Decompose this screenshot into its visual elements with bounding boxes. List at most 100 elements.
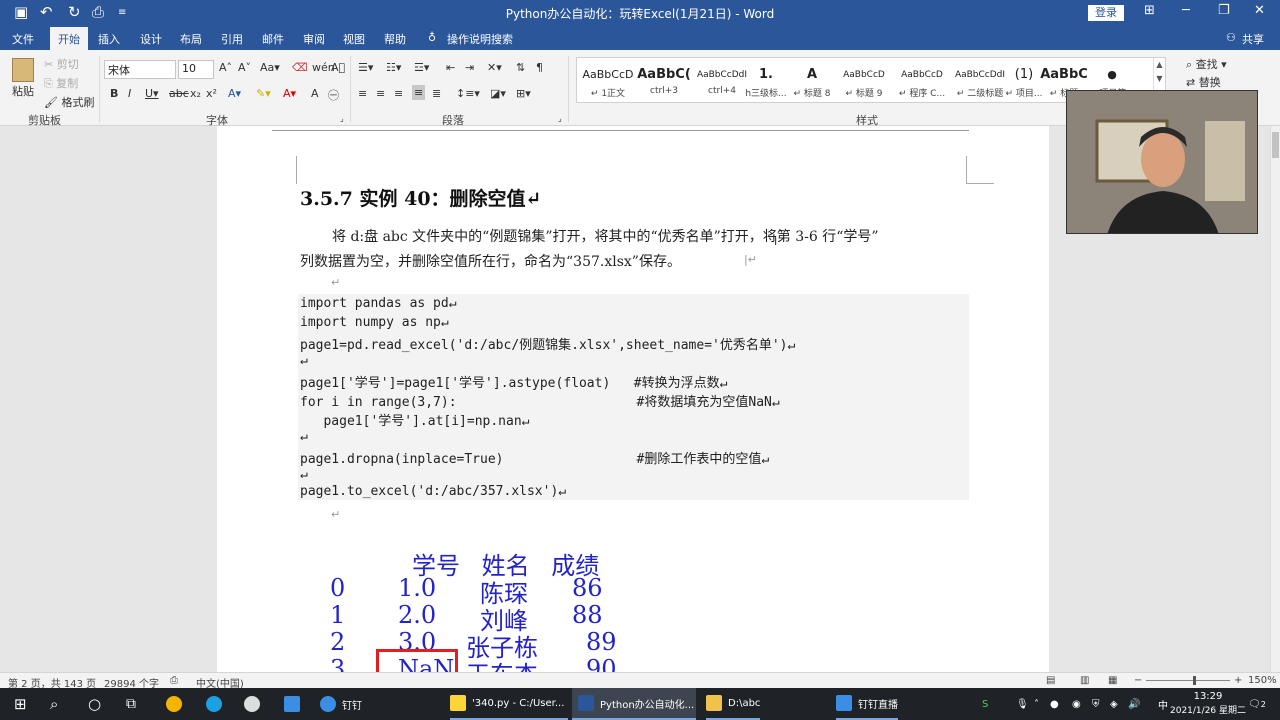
proofing-icon[interactable]: ⎙ — [170, 675, 178, 686]
tray-expand-icon[interactable]: ˄ — [1034, 688, 1039, 720]
taskbar-item-python-idle[interactable]: '340.py - C:/User... — [450, 688, 568, 720]
read-mode-icon[interactable]: ▤ — [1046, 675, 1055, 686]
style-item[interactable]: AaBbCcD ↵ 程序 C... — [893, 64, 951, 99]
font-color-icon[interactable]: A▾ — [283, 87, 296, 100]
tab-mailings[interactable]: 邮件 — [262, 31, 284, 47]
char-border-icon[interactable]: A⃞ — [331, 61, 345, 74]
text-effects-icon[interactable]: A▾ — [228, 87, 241, 100]
notification-icon[interactable]: 🗨 2 — [1248, 688, 1266, 720]
multilevel-list-icon[interactable]: ☲▾ — [414, 61, 429, 74]
bold-icon[interactable]: B — [110, 87, 118, 100]
grow-font-icon[interactable]: A˄ — [219, 61, 232, 74]
char-shading-icon[interactable]: A — [311, 87, 319, 100]
tab-help[interactable]: 帮助 — [384, 31, 406, 47]
enclose-char-icon[interactable]: ㊀ — [328, 87, 339, 103]
tab-review[interactable]: 审阅 — [303, 31, 325, 47]
microphone-icon[interactable]: 🎙 — [1016, 688, 1029, 720]
subscript-icon[interactable]: x₂ — [190, 87, 201, 100]
app-icon[interactable] — [284, 688, 306, 720]
close-icon[interactable]: ✕ — [1254, 3, 1265, 18]
style-item[interactable]: AaBbCcD ↵ 标题 9 — [835, 64, 893, 99]
login-button[interactable]: 登录 — [1088, 5, 1124, 21]
taskbar-item-dingtalk-live[interactable]: 钉钉直播 — [836, 688, 898, 720]
tray-app-icon[interactable]: ◉ — [1072, 688, 1081, 720]
zoom-slider-thumb[interactable] — [1193, 676, 1196, 685]
minimize-icon[interactable]: ─ — [1182, 3, 1190, 18]
paste-icon[interactable] — [12, 58, 34, 82]
format-painter-button[interactable]: 🖌 格式刷 — [44, 94, 94, 110]
tray-app-icon[interactable]: S — [982, 688, 988, 720]
change-case-icon[interactable]: Aa▾ — [260, 61, 280, 74]
shrink-font-icon[interactable]: A˅ — [238, 61, 251, 74]
scrollbar-thumb[interactable] — [1272, 132, 1279, 158]
show-marks-icon[interactable]: ¶ — [536, 61, 543, 74]
style-item[interactable]: A ↵ 标题 8 — [783, 64, 841, 99]
tab-file[interactable]: 文件 — [12, 31, 34, 47]
font-dialog-launcher-icon[interactable]: ⌟ — [340, 114, 344, 123]
zoom-slider[interactable] — [1146, 680, 1230, 681]
numbering-icon[interactable]: ☷▾ — [386, 61, 401, 74]
clear-format-icon[interactable]: ⌫ — [292, 61, 308, 74]
highlight-icon[interactable]: ✎▾ — [256, 87, 271, 100]
decrease-indent-icon[interactable]: ⇤ — [446, 61, 455, 74]
edge-icon[interactable] — [206, 688, 228, 720]
distributed-icon[interactable]: ≣ — [432, 87, 441, 100]
chinese-layout-icon[interactable]: ✕▾ — [487, 61, 502, 74]
taskbar-item-explorer[interactable]: D:\abc — [706, 688, 761, 720]
zoom-in-icon[interactable]: + — [1234, 675, 1242, 686]
copy-button[interactable]: ⎘ 复制 — [44, 75, 78, 91]
chrome-icon[interactable] — [166, 688, 188, 720]
search-icon[interactable]: ⌕ — [50, 688, 58, 720]
line-spacing-icon[interactable]: ↕≡▾ — [456, 87, 480, 100]
paragraph-dialog-launcher-icon[interactable]: ⌟ — [558, 114, 562, 123]
start-icon[interactable]: ⊞ — [14, 688, 27, 720]
ribbon-display-icon[interactable]: ⊞ — [1144, 3, 1155, 18]
taskbar-item-word[interactable]: Python办公自动化... — [572, 688, 696, 720]
app-icon[interactable] — [244, 688, 266, 720]
vertical-scrollbar[interactable] — [1270, 126, 1280, 672]
style-item[interactable]: AaBbCcD ↵ 1正文 — [579, 64, 637, 99]
taskbar-item-dingtalk[interactable]: 钉钉 — [320, 688, 362, 720]
zoom-out-icon[interactable]: − — [1134, 675, 1142, 686]
find-button[interactable]: ⌕ 查找 ▾ — [1186, 56, 1227, 72]
cut-button[interactable]: ✂ 剪切 — [44, 56, 79, 72]
security-icon[interactable]: ⛨ — [1092, 688, 1100, 720]
tab-home[interactable]: 开始 — [50, 27, 88, 50]
superscript-icon[interactable]: x² — [206, 87, 217, 100]
task-view-icon[interactable]: ⧉ — [126, 688, 136, 720]
tab-view[interactable]: 视图 — [343, 31, 365, 47]
network-icon[interactable]: ◈ — [1110, 688, 1118, 720]
font-size-select[interactable]: 10 — [178, 60, 214, 79]
font-name-select[interactable]: 宋体 — [104, 60, 176, 79]
sort-icon[interactable]: ⇅ — [516, 61, 525, 74]
replace-button[interactable]: ⇄ 替换 — [1186, 74, 1221, 90]
bullets-icon[interactable]: ☰▾ — [358, 61, 373, 74]
italic-icon[interactable]: I — [128, 87, 131, 100]
tab-design[interactable]: 设计 — [140, 31, 162, 47]
zoom-level[interactable]: 150% — [1248, 675, 1277, 686]
paste-button[interactable]: 粘贴 — [12, 83, 34, 99]
strikethrough-icon[interactable]: abc — [169, 87, 189, 100]
clock[interactable]: 13:29 2021/1/26 星期二 — [1170, 688, 1246, 720]
underline-icon[interactable]: U▾ — [145, 87, 159, 100]
increase-indent-icon[interactable]: ⇥ — [465, 61, 474, 74]
share-button[interactable]: 共享 — [1242, 31, 1264, 47]
web-layout-icon[interactable]: ▦ — [1108, 675, 1117, 686]
tray-app-icon[interactable]: ● — [1050, 688, 1059, 720]
style-item[interactable]: AaBbC(ctrl+3 — [635, 64, 693, 96]
align-center-icon[interactable]: ≡ — [376, 87, 385, 100]
shading-icon[interactable]: ◪▾ — [490, 87, 506, 100]
input-method-indicator[interactable]: 中 — [1158, 688, 1168, 720]
volume-icon[interactable]: 🔊 — [1128, 688, 1140, 720]
justify-icon[interactable]: ≡ — [412, 85, 426, 100]
share-icon[interactable]: ⚇ — [1226, 31, 1236, 44]
tab-references[interactable]: 引用 — [221, 31, 243, 47]
cortana-icon[interactable]: ○ — [88, 688, 101, 720]
print-layout-icon[interactable]: ▥ — [1080, 675, 1089, 686]
align-right-icon[interactable]: ≡ — [394, 87, 403, 100]
align-left-icon[interactable]: ≡ — [358, 87, 367, 100]
tell-me-search[interactable]: 操作说明搜索 — [447, 31, 513, 47]
borders-icon[interactable]: ⊞▾ — [516, 87, 531, 100]
tab-layout[interactable]: 布局 — [180, 31, 202, 47]
maximize-icon[interactable]: ❐ — [1218, 3, 1230, 18]
